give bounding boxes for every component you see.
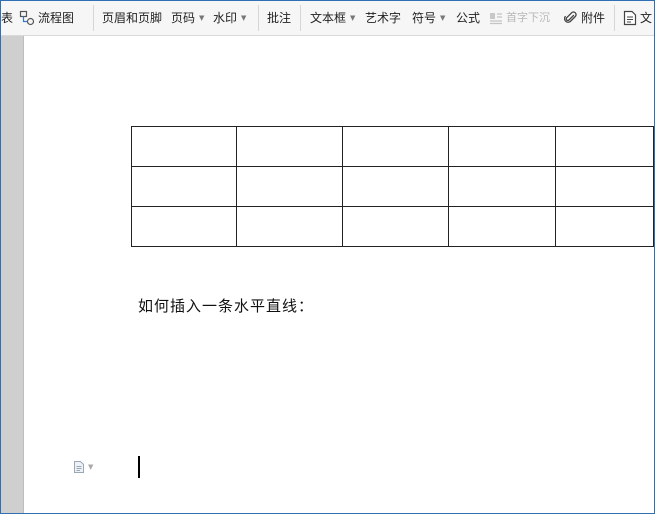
watermark-label: 水印: [213, 11, 238, 25]
table-cell[interactable]: [554, 126, 654, 167]
chevron-down-icon: ▼: [440, 14, 446, 22]
attachment-label: 附件: [581, 11, 606, 25]
page-number-button[interactable]: 页码 ▼: [171, 1, 204, 35]
document-table[interactable]: [130, 126, 654, 247]
toolbar-separator: [93, 5, 94, 31]
table-cell[interactable]: [448, 126, 556, 167]
table-cell[interactable]: [554, 206, 654, 247]
table-cell[interactable]: [236, 166, 344, 207]
paperclip-icon: [564, 11, 578, 25]
text-cursor: [138, 456, 140, 478]
left-margin-strip: [1, 36, 24, 513]
document-button[interactable]: 文: [623, 1, 652, 35]
header-footer-label: 页眉和页脚: [102, 11, 163, 25]
formula-button[interactable]: 公式: [456, 1, 480, 35]
table-cell[interactable]: [130, 126, 238, 167]
attachment-button[interactable]: 附件: [564, 1, 605, 35]
paragraph-marker-icon: [74, 461, 84, 473]
chevron-down-icon: ▼: [350, 14, 356, 22]
toolbar-separator: [614, 5, 615, 31]
page-number-label: 页码: [171, 11, 196, 25]
chevron-down-icon: ▼: [241, 14, 247, 22]
document-page[interactable]: 如何插入一条水平直线： ▼: [24, 36, 654, 513]
chevron-down-icon: ▼: [199, 14, 205, 22]
comment-button[interactable]: 批注: [267, 1, 291, 35]
chevron-down-icon: ▼: [88, 463, 94, 471]
paragraph-options-button[interactable]: ▼: [73, 460, 93, 474]
document-label: 文: [640, 11, 653, 25]
table-row: [130, 206, 654, 247]
table-cell[interactable]: [130, 166, 238, 207]
formula-label: 公式: [456, 11, 481, 25]
drop-cap-label: 首字下沉: [506, 11, 550, 24]
textbox-label: 文本框: [310, 11, 347, 25]
flowchart-label: 流程图: [38, 11, 75, 25]
table-cell[interactable]: [342, 126, 450, 167]
document-icon: [623, 10, 637, 26]
toolbar-separator: [258, 5, 259, 31]
table-cell[interactable]: [342, 206, 450, 247]
insert-toolbar: 表 流程图 页眉和页脚 页码 ▼ 水印 ▼ 批注 文本框 ▼ 艺术字 符号 ▼ …: [1, 1, 654, 36]
symbol-button[interactable]: 符号 ▼: [412, 1, 445, 35]
watermark-button[interactable]: 水印 ▼: [213, 1, 246, 35]
wordart-button[interactable]: 艺术字: [365, 1, 401, 35]
wordart-label: 艺术字: [365, 11, 402, 25]
table-cell[interactable]: [554, 166, 654, 207]
header-footer-button[interactable]: 页眉和页脚: [102, 1, 162, 35]
document-paragraph[interactable]: 如何插入一条水平直线：: [138, 295, 314, 316]
table-cell[interactable]: [342, 166, 450, 207]
table-cell[interactable]: [448, 166, 556, 207]
table-button[interactable]: 表: [1, 1, 13, 35]
table-cell[interactable]: [236, 206, 344, 247]
app-window: 表 流程图 页眉和页脚 页码 ▼ 水印 ▼ 批注 文本框 ▼ 艺术字 符号 ▼ …: [0, 0, 655, 514]
editor-workspace: 如何插入一条水平直线： ▼: [1, 36, 654, 513]
symbol-label: 符号: [412, 11, 437, 25]
flowchart-icon: [19, 10, 35, 26]
toolbar-separator: [300, 5, 301, 31]
table-label: 表: [1, 11, 14, 25]
table-cell[interactable]: [236, 126, 344, 167]
flowchart-button[interactable]: 流程图: [19, 1, 74, 35]
textbox-button[interactable]: 文本框 ▼: [310, 1, 355, 35]
table-row: [130, 126, 654, 167]
table-cell[interactable]: [448, 206, 556, 247]
drop-cap-button[interactable]: 首字下沉: [489, 1, 550, 35]
table-row: [130, 166, 654, 207]
comment-label: 批注: [267, 11, 292, 25]
drop-cap-icon: [489, 11, 503, 25]
table-cell[interactable]: [130, 206, 238, 247]
